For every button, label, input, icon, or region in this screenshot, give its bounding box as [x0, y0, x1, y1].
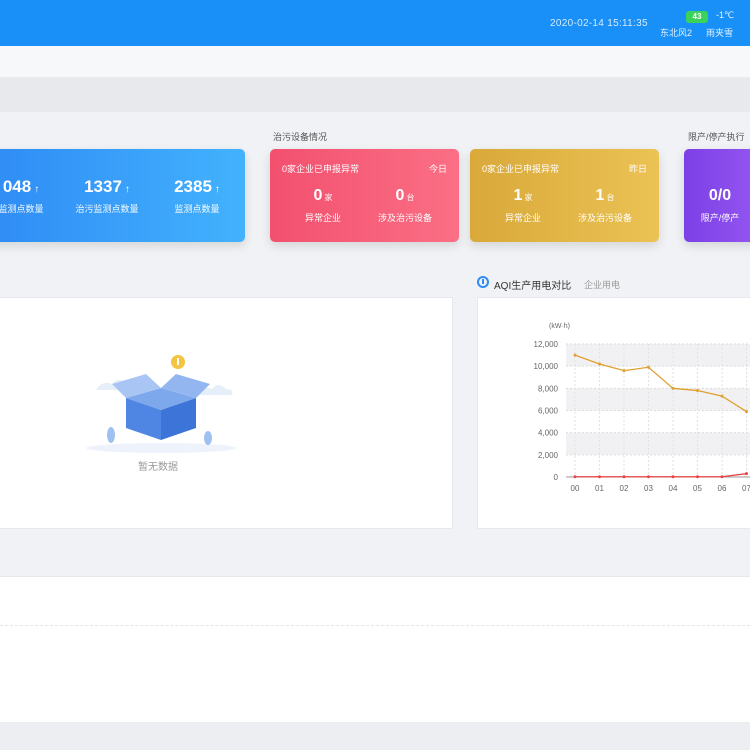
empty-box-illustration — [86, 355, 236, 453]
grid-band — [566, 344, 750, 367]
top-bar: 2020-02-14 15:11:35 43 -1℃ 东北风2 雨夹雪 — [0, 0, 750, 46]
x-tick-label: 07 — [742, 484, 750, 493]
stat-label: 监测点数量 — [174, 204, 220, 214]
data-point — [720, 475, 724, 479]
y-tick-label: 4,000 — [538, 429, 559, 438]
data-point — [696, 475, 699, 479]
card-tag: 今日 — [428, 164, 447, 174]
wind-info: 东北风2 — [660, 28, 693, 38]
unit: 家 — [524, 193, 533, 202]
stat-value: 1337 — [84, 177, 122, 196]
card-heading: 0家企业已申报异常 — [482, 164, 560, 174]
x-tick-label: 03 — [644, 484, 653, 493]
section-title-equipment: 治污设备情况 — [273, 132, 328, 142]
label: 异常企业 — [304, 213, 341, 223]
data-point — [745, 410, 748, 414]
aqi-power-line-chart: 0 2,000 4,000 6,000 8,000 10,000 12,000 00 01 02 0… — [534, 323, 750, 493]
grid-band — [566, 388, 750, 411]
data-point — [622, 475, 626, 479]
chart-title: AQI生产用电对比 — [494, 281, 572, 292]
stat-monitor-points: 048 ↑ 监测点数量 — [0, 177, 52, 215]
stat-label: 治污监测点数量 — [75, 204, 139, 214]
empty-data-panel — [0, 297, 453, 529]
info-icon — [477, 276, 489, 288]
stat-value: 048 — [2, 177, 32, 196]
toolbar-strip — [0, 78, 750, 112]
label: 涉及治污设备 — [377, 213, 432, 223]
abnormal-enterprises: 1家 异常企业 — [488, 187, 558, 224]
data-point — [573, 475, 577, 479]
y-axis-label: (kW·h) — [549, 323, 570, 330]
card-heading: 0家企业已申报异常 — [282, 164, 360, 174]
weather-info: 雨夹雪 — [706, 28, 734, 38]
x-tick-label: 05 — [693, 484, 702, 493]
stat-value: 2385 — [174, 177, 212, 196]
x-tick-label: 04 — [669, 484, 678, 493]
stat-treatment-points: 1337 ↑ 治污监测点数量 — [62, 177, 152, 215]
unit: 台 — [406, 193, 415, 202]
x-tick-label: 02 — [620, 484, 629, 493]
data-point — [598, 362, 601, 366]
label: 涉及治污设备 — [577, 213, 632, 223]
data-point — [671, 475, 675, 479]
datetime: 2020-02-14 15:11:35 — [550, 18, 648, 29]
unit: 家 — [324, 193, 333, 202]
stat-label: 监测点数量 — [0, 204, 44, 214]
related-equipment: 0台 涉及治污设备 — [366, 187, 444, 224]
sub-nav-bar — [0, 46, 750, 78]
data-point — [671, 386, 675, 390]
data-point — [696, 389, 699, 393]
data-point — [598, 475, 601, 479]
stop-production-card[interactable]: 0/0 限产/停产 — [684, 149, 750, 242]
monitor-stats-card[interactable]: 048 ↑ 监测点数量 1337 ↑ 治污监测点数量 2385 ↑ 监测点数量 — [0, 149, 245, 242]
aqi-badge: 43 — [686, 11, 708, 23]
y-tick-label: 12,000 — [534, 340, 559, 349]
data-point — [573, 353, 577, 357]
yesterday-abnormal-card[interactable]: 0家企业已申报异常 昨日 1家 异常企业 1台 涉及治污设备 — [470, 149, 659, 242]
data-point — [745, 472, 748, 476]
chart-subtitle[interactable]: 企业用电 — [584, 278, 620, 291]
up-arrow-icon: ↑ — [34, 184, 40, 195]
footer-bar — [0, 722, 750, 750]
stop-production-stat: 0/0 限产/停产 — [690, 187, 750, 224]
data-point — [720, 394, 724, 398]
x-tick-label: 06 — [718, 484, 727, 493]
y-tick-label: 0 — [554, 473, 559, 482]
x-tick-label: 01 — [595, 484, 604, 493]
temperature: -1℃ — [716, 10, 735, 20]
value: 0/0 — [708, 187, 732, 204]
up-arrow-icon: ↑ — [214, 184, 220, 195]
value: 1 — [513, 187, 523, 204]
y-tick-label: 8,000 — [538, 384, 559, 393]
card-tag: 昨日 — [628, 164, 647, 174]
value: 1 — [595, 187, 605, 204]
stat-all-points: 2385 ↑ 监测点数量 — [157, 177, 237, 215]
aqi-power-chart-panel: 0 2,000 4,000 6,000 8,000 10,000 12,000 00 01 02 0… — [477, 297, 750, 529]
data-point — [647, 365, 650, 369]
y-tick-label: 10,000 — [534, 362, 559, 371]
today-abnormal-card[interactable]: 0家企业已申报异常 今日 0家 异常企业 0台 涉及治污设备 — [270, 149, 459, 242]
empty-data-text: 暂无数据 — [138, 462, 178, 473]
grid-band — [566, 432, 750, 455]
abnormal-enterprises: 0家 异常企业 — [288, 187, 358, 224]
y-tick-label: 2,000 — [538, 451, 559, 460]
x-tick-label: 00 — [571, 484, 580, 493]
data-point — [622, 369, 626, 373]
label: 限产/停产 — [700, 213, 740, 223]
related-equipment: 1台 涉及治污设备 — [566, 187, 644, 224]
section-title-stop-production: 限产/停产执行 — [688, 132, 745, 142]
unit: 台 — [606, 193, 615, 202]
value: 0 — [313, 187, 323, 204]
bottom-content-band — [0, 576, 750, 722]
data-point — [647, 475, 650, 479]
divider — [0, 625, 750, 626]
y-tick-label: 6,000 — [538, 407, 559, 416]
up-arrow-icon: ↑ — [124, 184, 130, 195]
value: 0 — [395, 187, 405, 204]
label: 异常企业 — [504, 213, 541, 223]
